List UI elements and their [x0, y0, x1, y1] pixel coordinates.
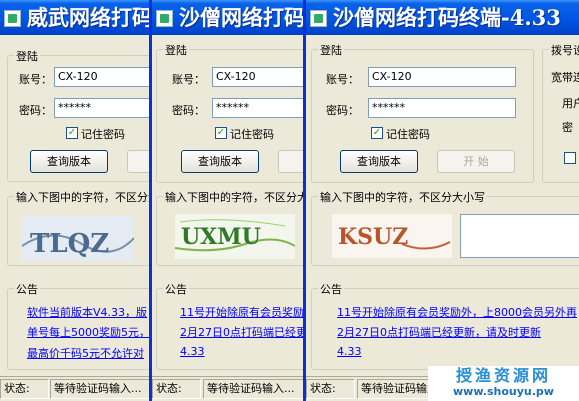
remember-password-label: 记住密码 — [81, 128, 125, 141]
account-label: 账号： — [172, 73, 205, 86]
dial-group-label: 拨号设 — [549, 42, 579, 58]
account-input[interactable]: CX-120 — [212, 67, 306, 87]
notice-group-label: 公告 — [163, 281, 189, 297]
captcha-noise-graphic: TLQZ — [22, 229, 134, 259]
password-label: 密码： — [326, 104, 359, 117]
captcha-group-label: 输入下图中的字符，不区分大小写 — [163, 189, 306, 205]
remember-password-checkbox[interactable]: ✓ — [371, 127, 383, 139]
start-button[interactable]: 开 始 — [437, 150, 515, 173]
captcha-group-label: 输入下图中的字符，不区分大小写 — [14, 189, 152, 205]
password-label: 密码： — [19, 104, 52, 117]
captcha-image: TLQZ — [22, 216, 134, 261]
captcha-noise-graphic: KSUZ — [338, 224, 451, 250]
notice-link-3[interactable]: 4.33 — [337, 345, 362, 358]
notice-group-label: 公告 — [14, 281, 40, 297]
app-icon — [310, 10, 327, 27]
captcha-image: KSUZ — [332, 214, 452, 258]
query-version-button[interactable]: 查询版本 — [340, 150, 418, 173]
login-group-label: 登陆 — [14, 48, 40, 64]
window-shaseng-433: 沙僧网络打码终端-4.33 登陆 账号： CX-120 密码： ****** ✓… — [303, 0, 579, 401]
captcha-text: UXMU — [181, 224, 261, 250]
window-title: 沙僧网络打码终端-4.33 — [333, 5, 561, 30]
login-group-label: 登陆 — [163, 42, 189, 58]
query-version-button[interactable]: 查询版本 — [181, 150, 259, 173]
query-version-button[interactable]: 查询版本 — [30, 150, 108, 173]
dial-password-label: 密 — [562, 121, 573, 134]
notice-link-1[interactable]: 11号开始除原有会员奖励外，上8000会员另外再 — [337, 304, 577, 320]
dial-user-label: 用户 — [562, 97, 579, 110]
captcha-group-label: 输入下图中的字符，不区分大小写 — [318, 189, 487, 205]
notice-link-1[interactable]: 11号开始除原有会员奖励外 — [180, 304, 306, 320]
notice-link-3[interactable]: 4.33 — [180, 345, 205, 358]
captcha-text: KSUZ — [338, 224, 408, 250]
captcha-noise-graphic: UXMU — [175, 219, 295, 252]
captcha-text: TLQZ — [30, 229, 109, 259]
status-value: 等待验证码输入... — [203, 379, 306, 399]
notice-link-2[interactable]: 2月27日0点打码端已经更新，请及时更新 — [337, 324, 541, 340]
window-title: 威武网络打码终端 — [27, 5, 152, 30]
app-icon — [4, 10, 21, 27]
notice-link-3[interactable]: 最高价千码5元不允许对 — [27, 345, 144, 361]
password-input[interactable]: ****** — [368, 98, 516, 118]
status-value: 等待验证码输入... — [50, 379, 152, 399]
account-label: 账号： — [19, 73, 52, 86]
status-label: 状态: — [306, 379, 355, 399]
broadband-label: 宽带连 — [551, 71, 579, 84]
watermark: 授渔资源网 www.shouyu.pw — [428, 366, 579, 401]
watermark-url: www.shouyu.pw — [453, 385, 554, 398]
remember-password-checkbox[interactable]: ✓ — [215, 127, 227, 139]
account-label: 账号： — [326, 73, 359, 86]
status-bar: 状态: 等待验证码输入... — [152, 376, 306, 401]
status-label: 状态: — [152, 379, 201, 399]
window-shaseng: 沙僧网络打码终端 登陆 账号： CX-120 密码： ****** ✓ 记住密码… — [149, 0, 306, 401]
remember-password-label: 记住密码 — [230, 128, 274, 141]
notice-group-label: 公告 — [318, 281, 344, 297]
account-input[interactable]: CX-120 — [54, 67, 152, 87]
app-icon — [156, 10, 173, 27]
title-bar[interactable]: 威武网络打码终端 — [0, 0, 152, 35]
window-title: 沙僧网络打码终端 — [179, 5, 306, 30]
notice-link-1[interactable]: 软件当前版本V4.33，版 — [27, 304, 147, 320]
notice-link-2[interactable]: 2月27日0点打码端已经更新 — [180, 324, 306, 340]
password-input[interactable]: ****** — [212, 98, 306, 118]
window-weiwu: 威武网络打码终端 登陆 账号： CX-120 密码： ****** ✓ 记住密码… — [0, 0, 152, 401]
watermark-title: 授渔资源网 — [455, 366, 551, 385]
title-bar[interactable]: 沙僧网络打码终端 — [152, 0, 306, 35]
password-input[interactable]: ****** — [54, 98, 152, 118]
title-bar[interactable]: 沙僧网络打码终端-4.33 — [306, 0, 579, 35]
captcha-input[interactable] — [460, 214, 579, 258]
status-label: 状态: — [0, 379, 49, 399]
account-input[interactable]: CX-120 — [368, 67, 516, 87]
remember-password-label: 记住密码 — [386, 128, 430, 141]
notice-link-2[interactable]: 单号每上5000奖励5元， — [27, 324, 150, 340]
start-button[interactable]: 开 始 — [278, 150, 306, 173]
password-label: 密码： — [172, 104, 205, 117]
status-bar: 状态: 等待验证码输入... — [0, 376, 152, 401]
dial-checkbox[interactable] — [564, 152, 576, 164]
login-group-label: 登陆 — [318, 42, 344, 58]
captcha-image: UXMU — [175, 214, 295, 259]
remember-password-checkbox[interactable]: ✓ — [66, 127, 78, 139]
